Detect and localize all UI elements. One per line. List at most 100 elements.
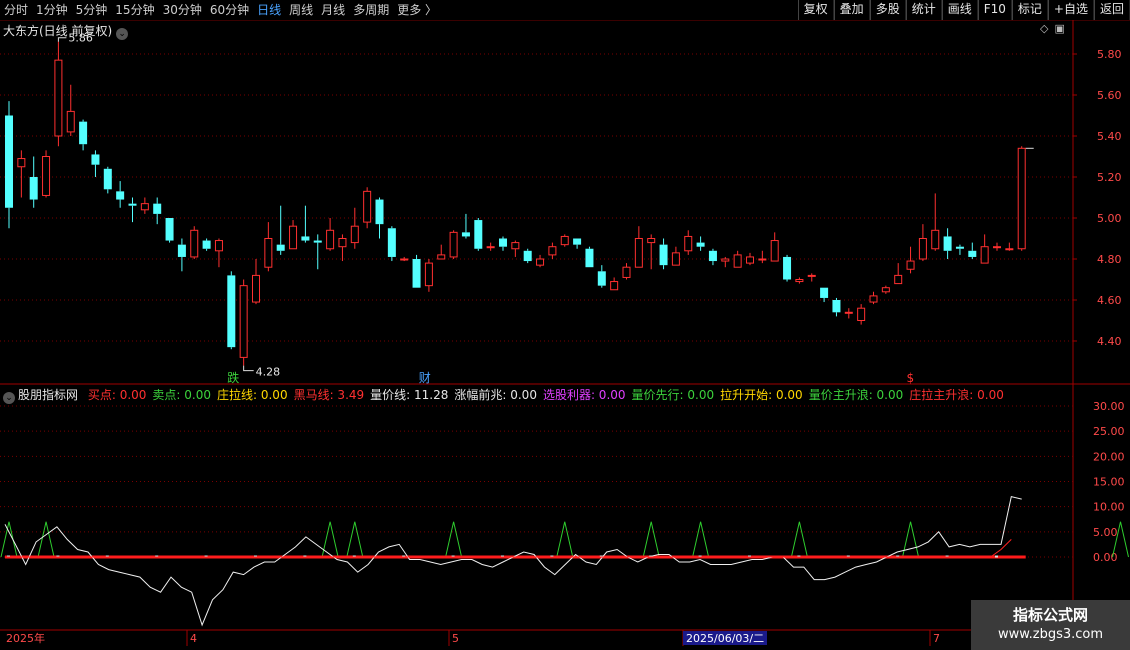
indicator-value: 量价主升浪: 0.00 bbox=[808, 388, 904, 402]
candle-body bbox=[746, 256, 754, 264]
candle-body bbox=[1005, 248, 1014, 251]
candle-body bbox=[128, 203, 137, 206]
indicator-value: 量价先行: 0.00 bbox=[631, 388, 715, 402]
indicator-tick-label: 25.00 bbox=[1093, 425, 1125, 438]
indicator-white-line bbox=[4, 495, 1022, 627]
candle-body bbox=[153, 203, 162, 214]
watermark-url: www.zbgs3.com bbox=[997, 627, 1104, 642]
candle-body bbox=[276, 244, 285, 251]
candle-body bbox=[733, 254, 742, 268]
indicator-signal-peak bbox=[902, 521, 920, 558]
price-tick-label: 5.80 bbox=[1097, 48, 1122, 61]
candle-body bbox=[17, 158, 26, 168]
candle-body bbox=[955, 246, 964, 249]
indicator-signal-peak bbox=[642, 521, 660, 558]
indicator-signal-peak bbox=[321, 521, 339, 558]
candle-body bbox=[523, 250, 532, 262]
candle-body bbox=[5, 115, 13, 208]
candle-body bbox=[980, 246, 989, 264]
candle-body bbox=[326, 229, 335, 250]
indicator-red-line bbox=[5, 539, 1012, 558]
price-tick-label: 5.20 bbox=[1097, 171, 1122, 184]
candle-body bbox=[202, 240, 211, 249]
candle-body bbox=[869, 295, 878, 303]
indicator-tick-label: 10.00 bbox=[1093, 501, 1125, 514]
time-tick-label: 2025年 bbox=[6, 631, 45, 645]
candle-body bbox=[363, 190, 372, 223]
candle-body bbox=[647, 238, 656, 244]
candle-body bbox=[424, 262, 433, 287]
indicator-chevron-icon[interactable]: ⌄ bbox=[3, 392, 15, 404]
candle-body bbox=[770, 240, 779, 262]
candle-body bbox=[499, 238, 507, 247]
price-tick-label: 4.60 bbox=[1097, 294, 1122, 307]
low-label: 4.28 bbox=[256, 366, 281, 379]
candle-body bbox=[918, 238, 927, 260]
indicator-value: 黑马线: 3.49 bbox=[293, 388, 365, 402]
candle-body bbox=[820, 287, 829, 298]
indicator-tick-label: 20.00 bbox=[1093, 450, 1125, 463]
candle-body bbox=[474, 220, 483, 249]
candle-body bbox=[943, 236, 952, 251]
event-marker: 财 bbox=[419, 371, 431, 385]
indicator-tick-label: 5.00 bbox=[1093, 526, 1118, 539]
candle-body bbox=[721, 258, 730, 262]
indicator-value: 卖点: 0.00 bbox=[152, 388, 211, 402]
candle-body bbox=[42, 156, 51, 196]
high-arrow bbox=[57, 37, 67, 42]
candle-body bbox=[338, 238, 347, 248]
candle-body bbox=[387, 228, 396, 257]
indicator-zero-tick bbox=[995, 555, 998, 558]
kline-chart: 5.80 5.60 5.40 5.20 5.00 4.80 4.60 4.40 30.00 25.… bbox=[0, 20, 1130, 650]
candle-body bbox=[832, 300, 841, 313]
indicator-signal-peak bbox=[790, 521, 808, 558]
candle-body bbox=[968, 250, 977, 257]
candle-body bbox=[931, 229, 940, 250]
candle-body bbox=[486, 246, 495, 249]
price-tick-label: 4.80 bbox=[1097, 253, 1122, 266]
price-tick-label: 5.00 bbox=[1097, 212, 1122, 225]
indicator-signal-peak bbox=[346, 521, 364, 558]
high-label: 5.86 bbox=[68, 32, 93, 45]
candle-body bbox=[103, 168, 112, 190]
candle-body bbox=[66, 110, 75, 133]
candle-body bbox=[91, 154, 100, 165]
candle-body bbox=[461, 232, 470, 237]
candle-body bbox=[116, 191, 125, 200]
candle-body bbox=[214, 240, 223, 252]
watermark: 指标公式网 www.zbgs3.com bbox=[971, 600, 1130, 650]
candle-body bbox=[536, 258, 545, 266]
indicator-signal-peak bbox=[37, 521, 55, 558]
candle-body bbox=[684, 235, 693, 252]
candle-body bbox=[881, 287, 890, 293]
candle-body bbox=[708, 250, 717, 262]
event-marker: 跌 bbox=[227, 370, 239, 385]
indicator-value: 买点: 0.00 bbox=[87, 388, 147, 402]
candle-body bbox=[449, 231, 458, 258]
event-marker: $ bbox=[907, 371, 915, 385]
candle-body bbox=[795, 279, 804, 283]
candle-body bbox=[177, 244, 186, 257]
candle-body bbox=[585, 248, 594, 268]
indicator-legend: ⌄ 股朋指标网 买点: 0.00 卖点: 0.00 庄拉线: 0.00 黑马线: 3.4… bbox=[3, 386, 1016, 404]
candle-body bbox=[573, 238, 582, 245]
candle-body bbox=[894, 274, 903, 285]
price-tick-label: 4.40 bbox=[1097, 335, 1122, 348]
low-arrow bbox=[243, 365, 254, 372]
candle-body bbox=[313, 240, 322, 243]
candle-body bbox=[511, 242, 520, 250]
indicator-value: 庄拉主升浪: 0.00 bbox=[909, 388, 1004, 402]
candle-body bbox=[350, 225, 359, 244]
indicator-name[interactable]: 股朋指标网 bbox=[18, 388, 78, 402]
price-tick-label: 5.40 bbox=[1097, 130, 1122, 143]
candle-body bbox=[190, 229, 199, 258]
candle-body bbox=[239, 285, 248, 358]
candle-body bbox=[29, 177, 38, 200]
indicator-signal-peak bbox=[556, 521, 574, 558]
indicator-value: 量价线: 11.28 bbox=[370, 388, 449, 402]
candle-body bbox=[412, 259, 421, 288]
candle-body bbox=[252, 274, 260, 303]
candle-body bbox=[1017, 147, 1026, 250]
time-tick-label: 5 bbox=[452, 632, 459, 645]
candle-body bbox=[906, 260, 915, 270]
